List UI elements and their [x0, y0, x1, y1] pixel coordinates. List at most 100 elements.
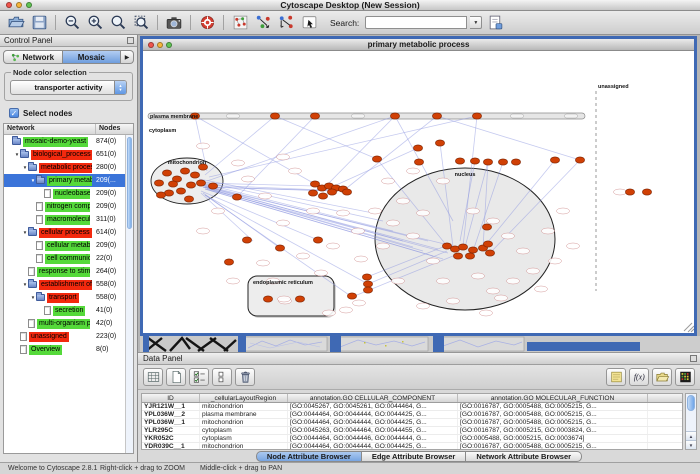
- scroll-up-icon[interactable]: ▲: [686, 431, 696, 440]
- tree-row[interactable]: cellular metabol209(0): [4, 239, 125, 252]
- small-node[interactable]: [392, 278, 405, 284]
- node[interactable]: [363, 281, 372, 287]
- node[interactable]: [625, 189, 634, 195]
- small-node[interactable]: [377, 243, 390, 249]
- small-node[interactable]: [517, 248, 530, 254]
- node[interactable]: [413, 145, 422, 151]
- node[interactable]: [295, 296, 304, 302]
- node[interactable]: [390, 113, 399, 119]
- help-button[interactable]: [197, 13, 217, 32]
- network-frame-titlebar[interactable]: primary metabolic process: [143, 39, 694, 51]
- small-node[interactable]: [197, 143, 210, 149]
- tree-row[interactable]: unassigned223(0): [4, 330, 125, 343]
- node[interactable]: [455, 158, 464, 164]
- node[interactable]: [224, 259, 233, 265]
- small-node[interactable]: [472, 273, 485, 279]
- node[interactable]: [180, 168, 189, 174]
- node[interactable]: [270, 113, 279, 119]
- search-input[interactable]: [365, 16, 467, 29]
- tree-row[interactable]: ▼metabolic process280(0): [4, 161, 125, 174]
- select-nodes-checkbox[interactable]: ✓: [9, 108, 19, 118]
- table-row[interactable]: YPL036W__1mitochondrion[GO:0044464, GO:0…: [142, 419, 682, 427]
- annotation-button[interactable]: [299, 13, 319, 32]
- node[interactable]: [363, 287, 372, 293]
- column-header-molecular-function[interactable]: annotation.GO MOLECULAR_FUNCTION: [458, 394, 648, 402]
- small-node[interactable]: [407, 168, 420, 174]
- tree-row[interactable]: macromolecule311(0): [4, 213, 125, 226]
- node[interactable]: [162, 170, 171, 176]
- node[interactable]: [156, 192, 165, 198]
- node[interactable]: [308, 190, 317, 196]
- small-node[interactable]: [502, 233, 515, 239]
- tree-column-network[interactable]: Network: [4, 124, 96, 134]
- node[interactable]: [347, 293, 356, 299]
- column-header-layout-region[interactable]: _cellularLayoutRegion: [200, 394, 288, 402]
- node[interactable]: [168, 181, 177, 187]
- node-color-select[interactable]: transporter activity ▲▼: [10, 80, 127, 95]
- node[interactable]: [313, 237, 322, 243]
- node[interactable]: [468, 247, 477, 253]
- node[interactable]: [208, 183, 217, 189]
- attribute-grid-button[interactable]: [143, 368, 163, 386]
- save-button[interactable]: [29, 13, 49, 32]
- tree-column-nodes[interactable]: Nodes: [96, 124, 133, 134]
- node[interactable]: [154, 180, 163, 186]
- tree-row[interactable]: ▼primary metabo209(...: [4, 174, 125, 187]
- small-node[interactable]: [352, 228, 365, 234]
- small-node[interactable]: [417, 303, 430, 309]
- tab-edge-attribute-browser[interactable]: Edge Attribute Browser: [362, 451, 466, 462]
- search-options-button[interactable]: [485, 13, 505, 32]
- node[interactable]: [458, 244, 467, 250]
- small-node[interactable]: [259, 193, 272, 199]
- create-attribute-button[interactable]: [166, 368, 186, 386]
- import-attributes-button[interactable]: [652, 368, 672, 386]
- small-node[interactable]: [340, 307, 353, 313]
- node[interactable]: [485, 250, 494, 256]
- node[interactable]: [483, 159, 492, 165]
- table-row[interactable]: YLR295Ccytoplasm[GO:0045263, GO:0044464,…: [142, 427, 682, 435]
- small-node[interactable]: [232, 160, 245, 166]
- small-node[interactable]: [542, 228, 555, 234]
- node[interactable]: [327, 189, 336, 195]
- tree-row[interactable]: multi-organism pro42(0): [4, 317, 125, 330]
- attribute-matrix-button[interactable]: [675, 368, 695, 386]
- small-node[interactable]: [427, 258, 440, 264]
- small-node[interactable]: [277, 154, 290, 160]
- small-node[interactable]: [307, 208, 320, 214]
- node[interactable]: [432, 113, 441, 119]
- small-node[interactable]: [242, 176, 255, 182]
- small-node[interactable]: [289, 168, 302, 174]
- notepad-button[interactable]: [606, 368, 626, 386]
- node[interactable]: [190, 172, 199, 178]
- small-node[interactable]: [315, 270, 328, 276]
- scroll-down-icon[interactable]: ▼: [686, 440, 696, 449]
- tree-row[interactable]: ▼transport558(0): [4, 291, 125, 304]
- small-node[interactable]: [197, 228, 210, 234]
- tab-network[interactable]: Network: [3, 50, 63, 64]
- node[interactable]: [318, 193, 327, 199]
- small-node[interactable]: [447, 298, 460, 304]
- tree-row[interactable]: ▼cellular process614(0): [4, 226, 125, 239]
- tree-row[interactable]: ▼establishment of lo558(0): [4, 278, 125, 291]
- tree-scrollbar[interactable]: [125, 135, 133, 453]
- table-scrollbar-thumb[interactable]: [687, 395, 695, 411]
- small-node[interactable]: [557, 208, 570, 214]
- delete-attribute-button[interactable]: [235, 368, 255, 386]
- small-node[interactable]: [353, 300, 366, 306]
- node[interactable]: [342, 189, 351, 195]
- node[interactable]: [414, 159, 423, 165]
- node[interactable]: [472, 113, 481, 119]
- small-node[interactable]: [437, 178, 450, 184]
- small-node[interactable]: [277, 220, 290, 226]
- node[interactable]: [435, 140, 444, 146]
- open-button[interactable]: [6, 13, 26, 32]
- layout-nodes-button[interactable]: [253, 13, 273, 32]
- column-header-id[interactable]: ID: [142, 394, 200, 402]
- node[interactable]: [263, 296, 272, 302]
- layout-edges-button[interactable]: [276, 13, 296, 32]
- small-node[interactable]: [417, 210, 430, 216]
- small-node[interactable]: [527, 268, 540, 274]
- node[interactable]: [362, 274, 371, 280]
- small-node[interactable]: [549, 258, 562, 264]
- small-node[interactable]: [257, 260, 270, 266]
